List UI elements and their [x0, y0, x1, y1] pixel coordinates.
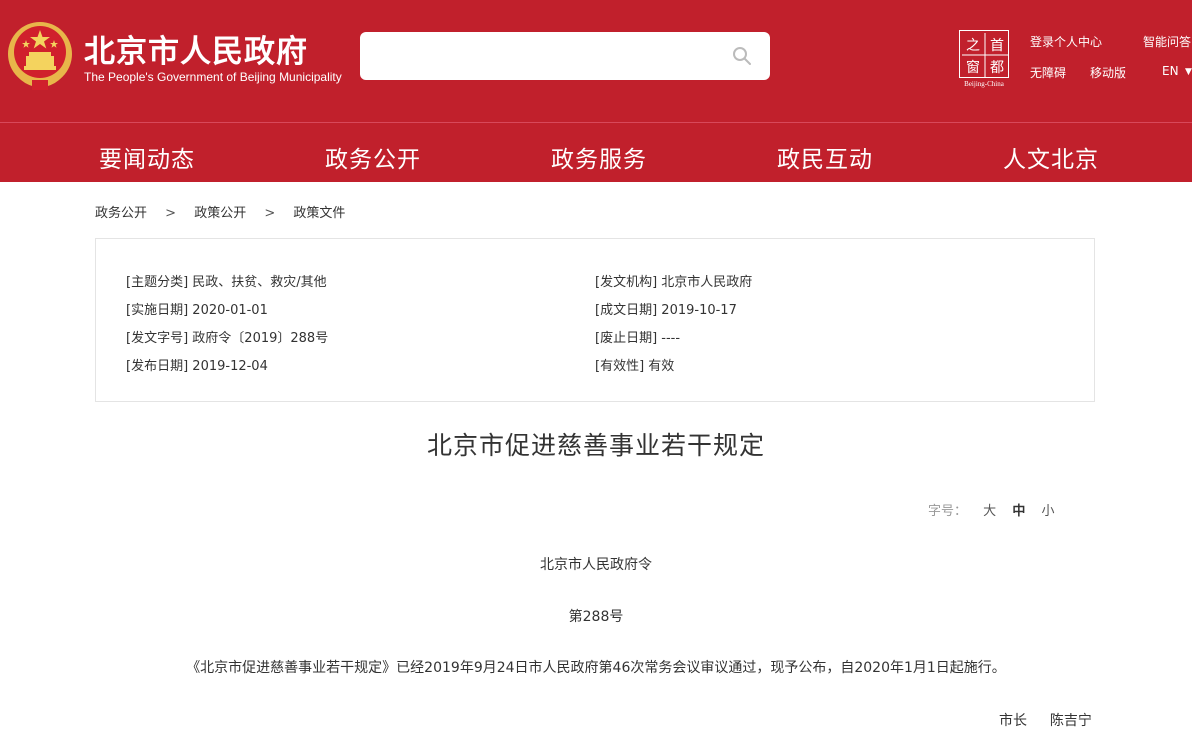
nav-item-news[interactable]: 要闻动态 [99, 140, 195, 174]
meta-value: 2019-10-17 [661, 303, 737, 318]
main-nav: 要闻动态 政务公开 政务服务 政民互动 人文北京 [0, 122, 1192, 182]
order-line: 北京市人民政府令 [540, 557, 652, 573]
logo-char-zhi: 之 [966, 38, 980, 54]
font-size-switcher: 字号： 大 中 小 [928, 500, 1054, 519]
site-title-en[interactable]: The People's Government of Beijing Munic… [84, 70, 342, 84]
nav-item-humanities-beijing[interactable]: 人文北京 [1003, 140, 1099, 174]
signature-line: 市长 陈吉宁 [999, 710, 1092, 730]
meta-value: 民政、扶贫、救灾/其他 [192, 275, 327, 290]
order-number-line: 第288号 [568, 609, 624, 625]
meta-label: [发布日期] [126, 359, 189, 374]
accessibility-link[interactable]: 无障碍 [1030, 64, 1066, 81]
breadcrumb-item[interactable]: 政策公开 [194, 202, 246, 221]
document-metadata-panel: [主题分类] 民政、扶贫、救灾/其他 [发文机构] 北京市人民政府 [实施日期]… [95, 238, 1095, 402]
meta-label: [主题分类] [126, 275, 189, 290]
language-switch[interactable]: EN [1162, 64, 1179, 78]
breadcrumb-separator: > [264, 206, 276, 221]
meta-topic: [主题分类] 民政、扶贫、救灾/其他 [126, 271, 327, 290]
nav-item-interaction[interactable]: 政民互动 [777, 140, 873, 174]
meta-value: ---- [661, 331, 681, 346]
capital-logo-frame: 之 首 窗 都 [959, 30, 1009, 78]
search-input[interactable] [372, 40, 712, 72]
capital-window-logo[interactable]: 之 首 窗 都 Beijing-China [957, 30, 1011, 90]
announcement-paragraph: 《北京市促进慈善事业若干规定》已经2019年9月24日市人民政府第46次常务会议… [186, 660, 1006, 676]
breadcrumb-item[interactable]: 政策文件 [293, 202, 345, 221]
nav-item-gov-affairs-open[interactable]: 政务公开 [325, 140, 421, 174]
site-header: 北京市人民政府 The People's Government of Beiji… [0, 0, 1192, 122]
meta-value: 2020-01-01 [192, 303, 268, 318]
meta-label: [发文机构] [595, 275, 658, 290]
font-size-label: 字号： [928, 504, 968, 519]
login-link[interactable]: 登录个人中心 [1030, 33, 1102, 50]
breadcrumb-item[interactable]: 政务公开 [95, 202, 147, 221]
meta-effective-date: [实施日期] 2020-01-01 [126, 299, 268, 318]
site-title-cn[interactable]: 北京市人民政府 [84, 26, 308, 71]
logo-char-shou: 首 [990, 38, 1004, 54]
meta-doc-number: [发文字号] 政府令〔2019〕288号 [126, 327, 328, 346]
national-emblem-icon [8, 22, 72, 90]
font-size-large-button[interactable]: 大 [983, 500, 996, 519]
meta-value: 政府令〔2019〕288号 [192, 331, 329, 346]
font-size-small-button[interactable]: 小 [1041, 500, 1054, 519]
logo-char-du: 都 [990, 60, 1004, 76]
signature-name: 陈吉宁 [1049, 713, 1092, 729]
meta-label: [实施日期] [126, 303, 189, 318]
capital-logo-glyphs-icon: 之 首 窗 都 [962, 33, 1008, 77]
logo-char-chuang: 窗 [966, 59, 980, 76]
meta-value: 有效 [648, 359, 675, 374]
search-icon[interactable] [730, 44, 754, 68]
meta-validity: [有效性] 有效 [595, 355, 674, 374]
meta-label: [成文日期] [595, 303, 658, 318]
meta-issuer: [发文机构] 北京市人民政府 [595, 271, 752, 290]
meta-value: 北京市人民政府 [661, 275, 753, 290]
breadcrumb-separator: > [165, 206, 177, 221]
meta-value: 2019-12-04 [192, 359, 268, 374]
caret-down-icon[interactable]: ▼ [1185, 67, 1192, 77]
capital-logo-caption: Beijing-China [964, 80, 1004, 88]
meta-publish-date: [发布日期] 2019-12-04 [126, 355, 268, 374]
nav-item-gov-services[interactable]: 政务服务 [551, 140, 647, 174]
meta-repeal-date: [废止日期] ---- [595, 327, 680, 346]
search-box [360, 32, 770, 80]
breadcrumb: 政务公开 > 政策公开 > 政策文件 [95, 202, 345, 221]
meta-written-date: [成文日期] 2019-10-17 [595, 299, 737, 318]
document-title: 北京市促进慈善事业若干规定 [426, 431, 765, 460]
font-size-medium-button[interactable]: 中 [1012, 500, 1025, 519]
signature-title: 市长 [999, 713, 1027, 729]
meta-label: [废止日期] [595, 331, 658, 346]
meta-label: [发文字号] [126, 331, 189, 346]
meta-label: [有效性] [595, 359, 645, 374]
mobile-version-link[interactable]: 移动版 [1090, 64, 1126, 81]
smart-qa-link[interactable]: 智能问答 [1143, 33, 1191, 50]
